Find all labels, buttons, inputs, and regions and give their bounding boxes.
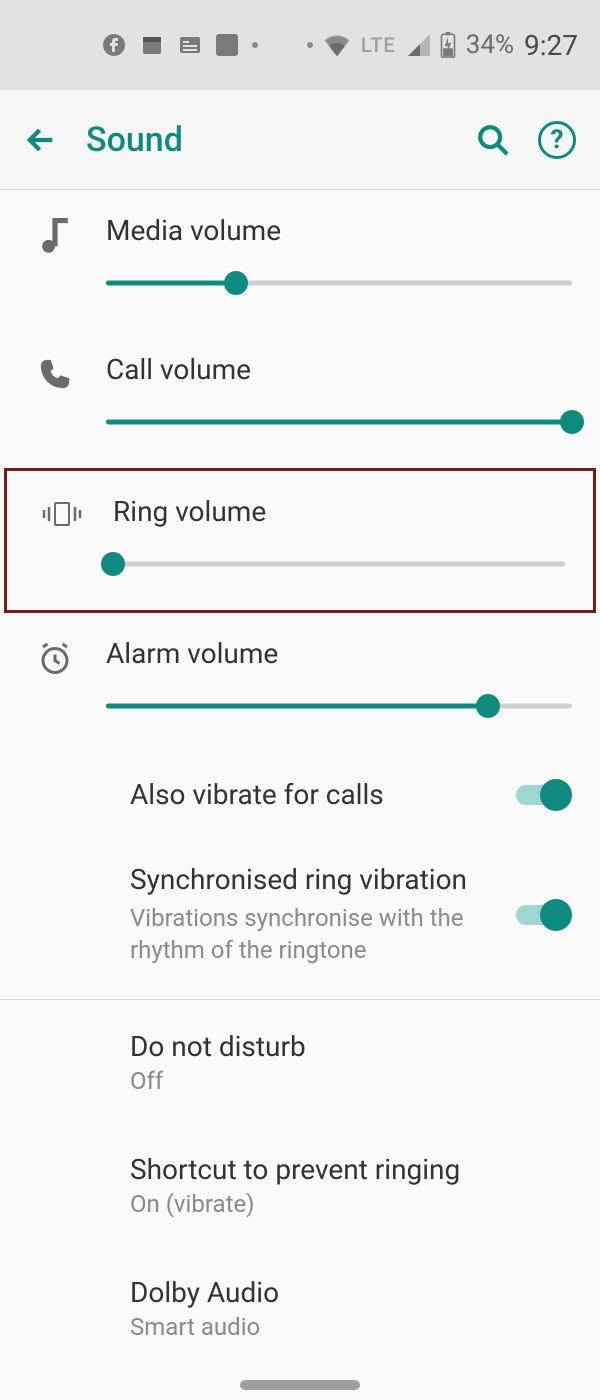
dnd-subtitle: Off: [130, 1067, 572, 1095]
back-icon[interactable]: [24, 123, 58, 157]
shortcut-title: Shortcut to prevent ringing: [130, 1153, 572, 1186]
media-volume-row: Media volume: [0, 190, 600, 329]
app-icon: [216, 34, 238, 56]
do-not-disturb-row[interactable]: Do not disturb Off: [0, 1006, 600, 1119]
sync-ring-vibration-row[interactable]: Synchronised ring vibration Vibrations s…: [0, 837, 600, 993]
ring-volume-highlight: Ring volume: [4, 468, 596, 613]
signal-icon: [406, 34, 430, 56]
help-icon[interactable]: ?: [538, 121, 576, 159]
shortcut-prevent-ringing-row[interactable]: Shortcut to prevent ringing On (vibrate): [0, 1119, 600, 1242]
status-left-icons: [22, 33, 258, 57]
phone-icon: [38, 357, 72, 391]
sync-ring-title: Synchronised ring vibration: [130, 863, 498, 896]
settings-content: Media volume Call volume: [0, 190, 600, 1365]
news-icon: [178, 33, 202, 57]
section-divider: [0, 999, 600, 1000]
vibrate-for-calls-row[interactable]: Also vibrate for calls: [0, 752, 600, 837]
shortcut-subtitle: On (vibrate): [130, 1190, 572, 1218]
network-label: LTE: [361, 33, 396, 57]
status-bar: LTE 34% 9:27: [0, 0, 600, 90]
vibrate-icon: [40, 499, 84, 529]
dnd-title: Do not disturb: [130, 1030, 572, 1063]
alarm-icon: [37, 641, 73, 677]
alarm-volume-slider[interactable]: [106, 694, 572, 718]
battery-icon: [440, 32, 456, 58]
sync-ring-subtitle: Vibrations synchronise with the rhythm o…: [130, 902, 498, 967]
ring-volume-row: Ring volume: [7, 471, 593, 610]
dolby-subtitle: Smart audio: [130, 1313, 572, 1341]
overflow-dot-icon: [252, 42, 258, 48]
clock-time: 9:27: [524, 29, 578, 62]
calendar-icon: [140, 33, 164, 57]
call-volume-row: Call volume: [0, 329, 600, 468]
battery-percent: 34%: [466, 30, 514, 60]
dolby-audio-row[interactable]: Dolby Audio Smart audio: [0, 1242, 600, 1365]
dolby-title: Dolby Audio: [130, 1276, 572, 1309]
ring-volume-label: Ring volume: [113, 495, 565, 528]
call-volume-slider[interactable]: [106, 410, 572, 434]
vibrate-for-calls-switch[interactable]: [516, 779, 572, 811]
alarm-volume-row: Alarm volume: [0, 613, 600, 752]
app-header: Sound ?: [0, 90, 600, 190]
facebook-icon: [102, 33, 126, 57]
sync-ring-switch[interactable]: [516, 899, 572, 931]
music-note-icon: [39, 218, 71, 254]
nav-handle[interactable]: [240, 1380, 360, 1390]
media-volume-label: Media volume: [106, 214, 572, 247]
overflow-dot-icon: [307, 42, 313, 48]
page-title: Sound: [86, 120, 448, 160]
search-icon[interactable]: [476, 123, 510, 157]
wifi-icon: [323, 34, 351, 56]
media-volume-slider[interactable]: [106, 271, 572, 295]
call-volume-label: Call volume: [106, 353, 572, 386]
alarm-volume-label: Alarm volume: [106, 637, 572, 670]
ring-volume-slider[interactable]: [113, 552, 565, 576]
vibrate-for-calls-title: Also vibrate for calls: [130, 778, 498, 811]
